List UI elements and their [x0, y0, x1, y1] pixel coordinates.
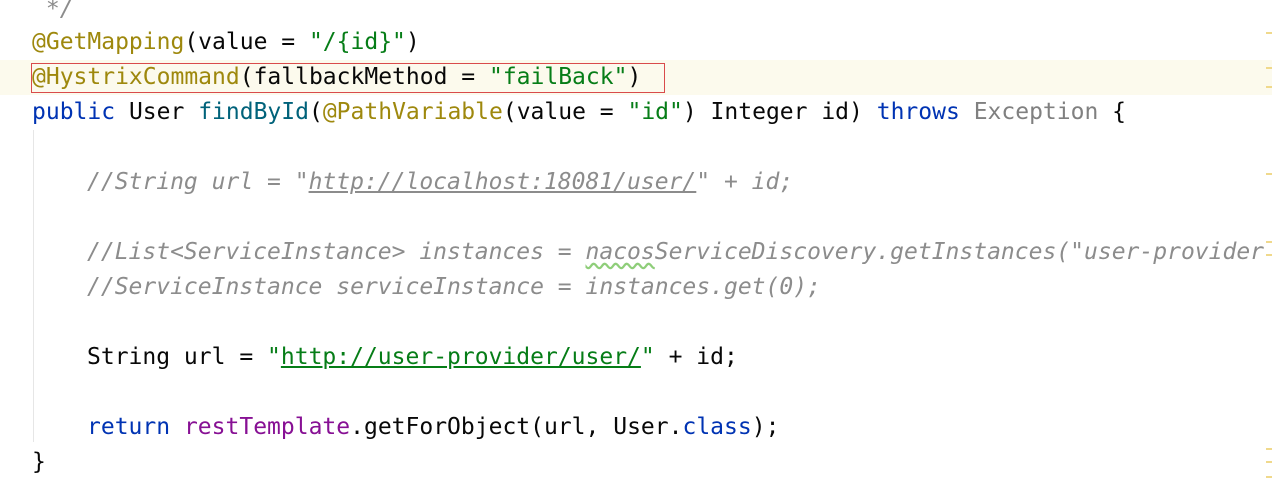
keyword-class: class: [682, 414, 752, 440]
getmapping-open: (value =: [184, 29, 309, 55]
keyword-throws: throws: [876, 99, 960, 125]
code-line-comment-service-instance[interactable]: //ServiceInstance serviceInstance = inst…: [32, 270, 821, 305]
pathvariable-open: (value =: [502, 99, 628, 125]
exception-type: Exception: [973, 99, 1099, 125]
code-line-comment-url[interactable]: //String url = "http://localhost:18081/u…: [32, 165, 793, 200]
code-line-close-brace[interactable]: }: [32, 445, 46, 480]
params-open: (: [308, 99, 323, 125]
open-brace: {: [1098, 99, 1127, 125]
url-quote-close: ": [640, 344, 655, 370]
scrollbar-marker[interactable]: [1266, 173, 1272, 175]
getmapping-annotation: @GetMapping: [32, 29, 185, 55]
close-brace: }: [32, 449, 46, 475]
code-line-return[interactable]: return restTemplate.getForObject(url, Us…: [32, 410, 779, 445]
scrollbar-marker[interactable]: [1266, 448, 1272, 450]
code-line-method-signature[interactable]: public User findById(@PathVariable(value…: [32, 95, 1126, 130]
comment-instances-prefix: //List<ServiceInstance> instances =: [87, 239, 586, 265]
pathvariable-string: "id": [627, 99, 683, 125]
pathvariable-annotation: @PathVariable: [322, 99, 503, 125]
return-end: );: [751, 414, 780, 440]
url-declaration: String url =: [87, 344, 268, 370]
getmapping-path-string: "/{id}": [308, 29, 406, 55]
getmapping-close: ): [405, 29, 420, 55]
params-close: ) Integer id): [682, 99, 877, 125]
javadoc-end-text: */: [32, 0, 74, 22]
comment-url-prefix: //String url = ": [87, 169, 309, 195]
comment-url-link[interactable]: http://localhost:18081/user/: [309, 169, 697, 195]
typo-word: nacos: [585, 239, 655, 265]
comment-service-instance-text: //ServiceInstance serviceInstance = inst…: [87, 274, 821, 300]
url-string-link[interactable]: http://user-provider/user/: [281, 344, 641, 370]
resttemplate-field: restTemplate: [183, 414, 351, 440]
scrollbar-marker[interactable]: [1266, 254, 1272, 256]
code-line-url-declaration[interactable]: String url = "http://user-provider/user/…: [32, 340, 738, 375]
scrollbar-marker[interactable]: [1266, 461, 1272, 463]
code-line-getmapping[interactable]: @GetMapping(value = "/{id}"): [32, 25, 420, 60]
method-name: findById: [198, 99, 309, 125]
scrollbar-marker[interactable]: [1266, 86, 1272, 88]
code-editor[interactable]: */ @GetMapping(value = "/{id}") @Hystrix…: [0, 0, 1272, 485]
return-type: User: [115, 99, 199, 125]
javadoc-end: */: [32, 0, 74, 27]
code-line-comment-instances[interactable]: //List<ServiceInstance> instances = naco…: [32, 235, 1264, 270]
scrollbar-marker[interactable]: [1266, 32, 1272, 34]
highlight-box: [31, 63, 665, 93]
scrollbar-marker[interactable]: [1266, 67, 1272, 69]
comment-url-suffix: " + id;: [696, 169, 794, 195]
url-quote-open: ": [267, 344, 281, 370]
scrollbar-marker[interactable]: [1266, 241, 1272, 243]
getforobject-call: .getForObject(url, User.: [350, 414, 683, 440]
comment-instances-suffix: ServiceDiscovery.getInstances("user-prov…: [654, 239, 1265, 265]
url-suffix: + id;: [654, 344, 738, 370]
keyword-public: public: [32, 99, 116, 125]
scrollbar-marker[interactable]: [1266, 476, 1272, 478]
keyword-return: return: [87, 414, 171, 440]
